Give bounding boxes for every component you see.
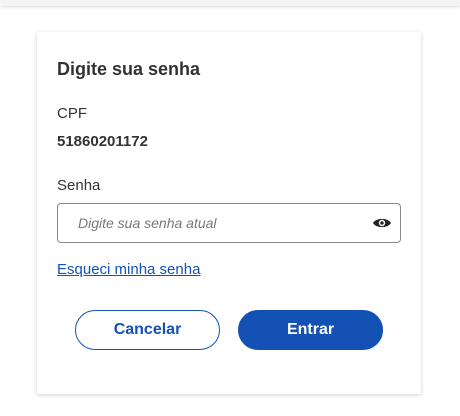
cpf-label: CPF xyxy=(57,105,87,122)
eye-icon[interactable] xyxy=(372,214,392,232)
forgot-password-link[interactable]: Esqueci minha senha xyxy=(57,261,200,278)
password-label: Senha xyxy=(57,177,101,194)
password-input[interactable] xyxy=(58,204,358,242)
cancel-button[interactable]: Cancelar xyxy=(75,310,220,350)
enter-button[interactable]: Entrar xyxy=(238,310,383,350)
cpf-value: 51860201172 xyxy=(57,133,148,150)
password-field-container xyxy=(57,203,401,243)
login-card: Digite sua senha CPF 51860201172 Senha E… xyxy=(37,32,421,394)
top-bar xyxy=(0,0,460,6)
page-title: Digite sua senha xyxy=(57,59,201,79)
